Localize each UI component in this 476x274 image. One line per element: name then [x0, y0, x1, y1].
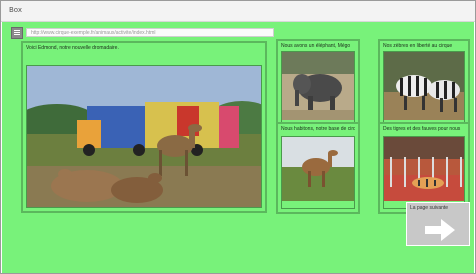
next-page-button[interactable]: La page suivante	[406, 202, 470, 246]
thumbnail-tigers[interactable]: Des tigres et des fauves pour nous	[378, 122, 470, 214]
thumbnail-camel[interactable]: Nous habitons, notre base de cirque	[276, 122, 360, 214]
menu-icon[interactable]	[11, 27, 23, 39]
thumbnail-caption: Des tigres et des fauves pour nous	[383, 126, 461, 132]
title-bar: Box	[1, 1, 475, 22]
next-page-label: La page suivante	[410, 205, 449, 211]
camel-circus-photo	[26, 65, 262, 208]
window-title: Box	[9, 6, 23, 14]
thumbnail-caption: Nous avons un éléphant, Mégo	[281, 43, 351, 49]
tigers-photo	[383, 136, 465, 209]
thumbnail-caption: Nous habitons, notre base de cirque	[281, 126, 355, 132]
elephant-photo	[281, 51, 355, 128]
right-arrow-icon	[423, 217, 457, 243]
thumbnail-elephant[interactable]: Nous avons un éléphant, Mégo	[276, 39, 360, 133]
zebras-photo	[383, 51, 465, 128]
address-bar[interactable]: http://www.cirque-exemple.fr/animaux/act…	[26, 28, 274, 37]
app-window: Box http://www.cirque-exemple.fr/animaux…	[0, 0, 476, 274]
thumbnail-zebras[interactable]: Nos zèbres en liberté au cirque	[378, 39, 470, 133]
main-image-panel[interactable]: Voici Edmond, notre nouvelle dromadaire.	[21, 41, 267, 213]
thumbnail-caption: Nos zèbres en liberté au cirque	[383, 43, 453, 49]
main-caption: Voici Edmond, notre nouvelle dromadaire.	[26, 45, 119, 51]
camel-photo	[281, 136, 355, 209]
